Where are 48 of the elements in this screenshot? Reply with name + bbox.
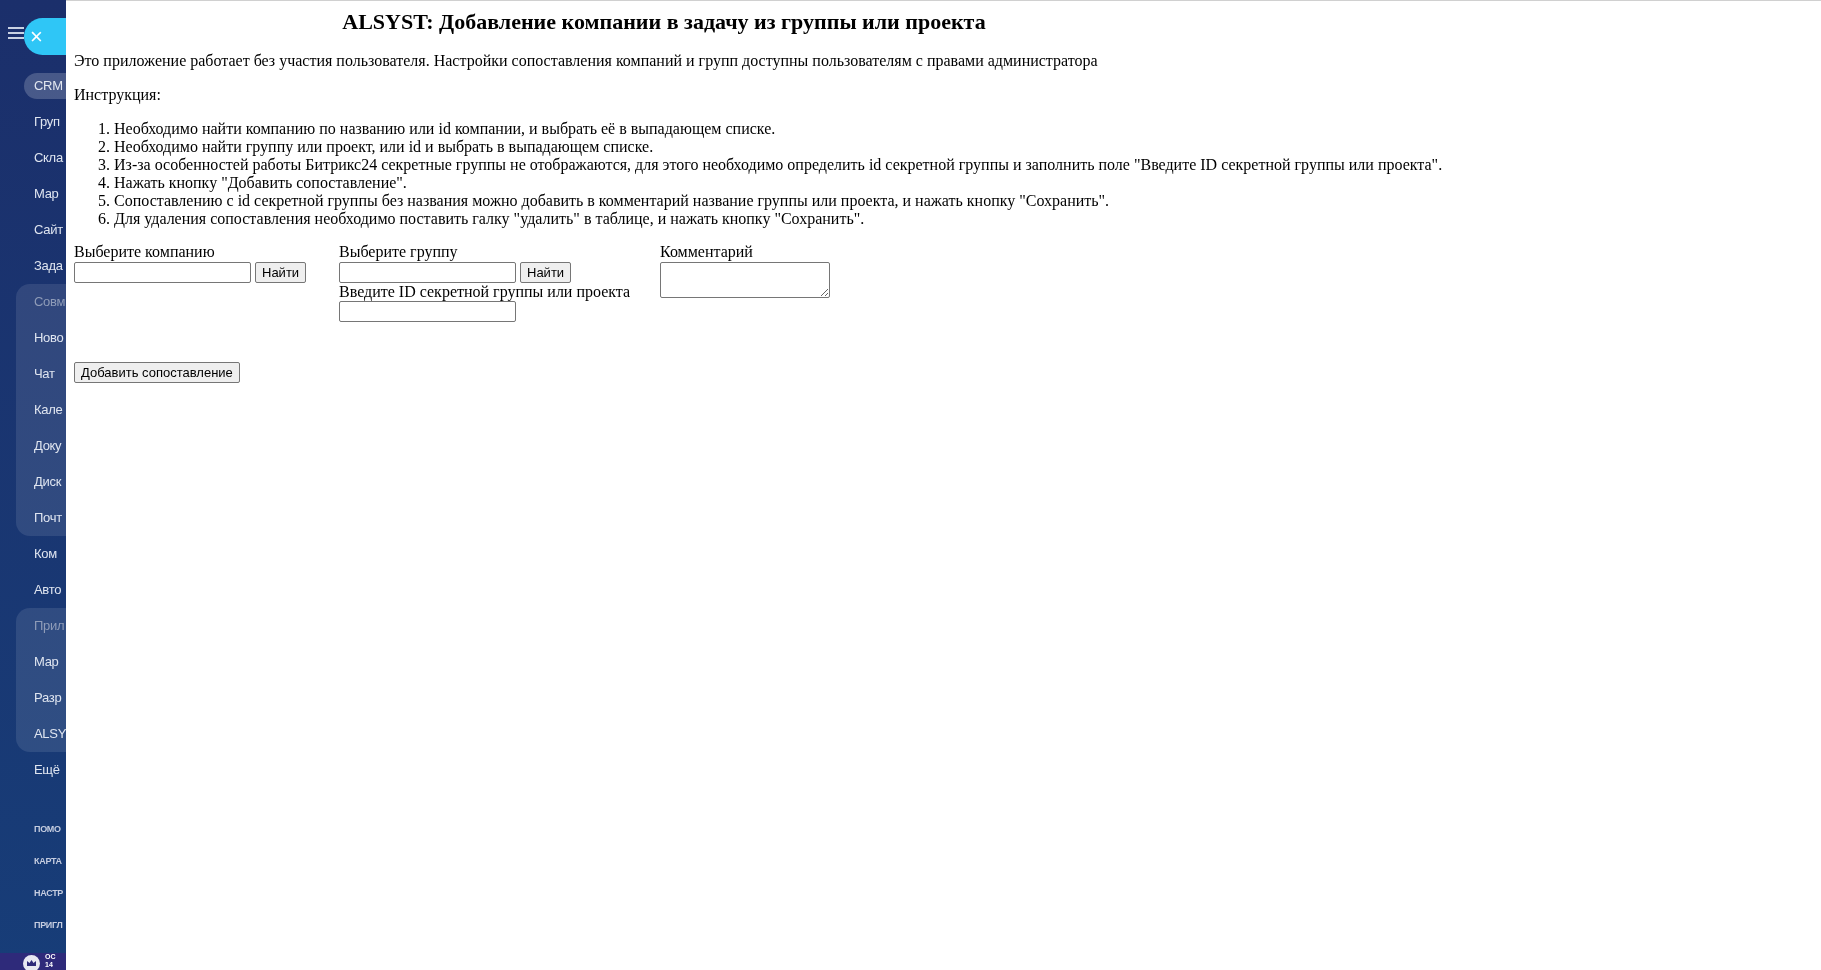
menu-icon[interactable]	[8, 27, 24, 39]
intro-text: Это приложение работает без участия пользователя. Настройки сопоставления компаний и групп доступны пользователям с правами администратора	[74, 52, 1098, 70]
menu-item[interactable]: Груп	[24, 109, 66, 135]
footer-link[interactable]: КАРТА	[0, 846, 66, 878]
step-number: 3.	[98, 156, 110, 174]
field-label: Введите ID секретной группы или проекта	[339, 283, 631, 301]
menu-item[interactable]: Почт	[24, 505, 66, 531]
field-label: Выберите компанию	[74, 243, 215, 261]
menu-item[interactable]: Чат	[24, 361, 66, 387]
step-number: 4.	[98, 174, 110, 192]
menu-item[interactable]: Ещё	[24, 757, 66, 783]
step-number: 1.	[98, 120, 110, 138]
find-button[interactable]: Найти	[255, 262, 307, 283]
comment-field[interactable]	[660, 262, 830, 298]
field-label: Выберите группу	[339, 243, 458, 261]
step-text: Для удаления сопоставления необходимо поставить галку "удалить" в таблице, и нажать кнопку "Сохранить".	[114, 210, 865, 228]
menu-item[interactable]: Мар	[24, 649, 66, 675]
footer-link[interactable]: ПОМО	[0, 814, 66, 846]
menu-item[interactable]: Скла	[24, 145, 66, 171]
company-field[interactable]	[74, 262, 251, 283]
secret-id-field[interactable]	[339, 301, 516, 322]
footer-link[interactable]: ПРИГЛ	[0, 910, 66, 942]
step-number: 6.	[98, 210, 110, 228]
menu-item[interactable]: Ком	[24, 541, 66, 567]
step-text: Сопоставлению с id секретной группы без названия можно добавить в комментарий название группы или проекта, и нажать кнопку "Сохранить".	[114, 192, 1110, 210]
menu-item[interactable]: Разр	[24, 685, 66, 711]
menu-item[interactable]: Авто	[24, 577, 66, 603]
find-button[interactable]: Найти	[520, 262, 572, 283]
menu-item[interactable]: Доку	[24, 433, 66, 459]
add-mapping-button[interactable]: Добавить сопоставление	[74, 362, 240, 383]
menu-item[interactable]: Диск	[24, 469, 66, 495]
menu-item[interactable]: ALSY	[24, 721, 66, 747]
menu-item[interactable]: Кале	[24, 397, 66, 423]
step-number: 2.	[98, 138, 110, 156]
step-number: 5.	[98, 192, 110, 210]
menu-item[interactable]: Мар	[24, 181, 66, 207]
field-label: Комментарий	[660, 243, 753, 261]
menu-item[interactable]: Зада	[24, 253, 66, 279]
menu-item[interactable]: Сайт	[24, 217, 66, 243]
step-text: Необходимо найти компанию по названию или id компании, и выбрать её в выпадающем списке.	[114, 120, 776, 138]
step-text: Необходимо найти группу или проект, или id и выбрать в выпадающем списке.	[114, 138, 654, 156]
footer-link[interactable]: НАСТР	[0, 878, 66, 910]
page-title: ALSYST: Добавление компании в задачу из группы или проекта	[342, 9, 986, 35]
step-text: Нажать кнопку "Добавить сопоставление".	[114, 174, 407, 192]
step-text: Из-за особенностей работы Битрикс24 секретные группы не отображаются, для этого необходимо определить id секретной группы и заполнить поле "Введите ID секретной группы или проекта".	[114, 156, 1443, 174]
group-field[interactable]	[339, 262, 516, 283]
menu-item[interactable]: Ново	[24, 325, 66, 351]
instruction-heading: Инструкция:	[74, 86, 161, 104]
